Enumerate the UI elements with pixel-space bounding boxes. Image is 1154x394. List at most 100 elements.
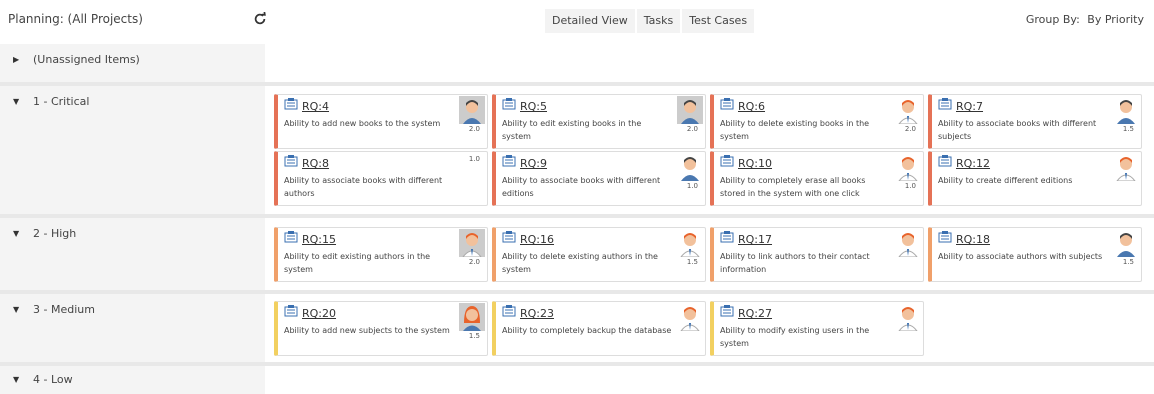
requirement-id-link[interactable]: RQ:7 [956,100,983,113]
requirement-card[interactable]: RQ:12 Ability to create different editio… [928,151,1142,206]
tab-test-cases[interactable]: Test Cases [682,9,755,33]
view-tabs: Detailed View Tasks Test Cases [545,9,756,34]
requirement-card[interactable]: RQ:18 Ability to associate authors with … [928,227,1142,282]
requirement-description: Ability to create different editions [938,176,1073,185]
requirement-description: Ability to modify existing users in the … [720,326,870,348]
estimate-value: 2.0 [468,125,480,133]
row-toggle-low[interactable]: ▼ 4 - Low [13,373,73,386]
estimate-value: 1.0 [468,155,480,163]
planning-toolbar: Planning: (All Projects) Detailed View T… [0,0,1154,44]
requirement-id-link[interactable]: RQ:12 [956,157,990,170]
requirement-id-link[interactable]: RQ:27 [738,307,772,320]
male-dark-hair-avatar-icon [1113,96,1139,124]
requirement-card[interactable]: RQ:8 Ability to associate books with dif… [274,151,488,206]
requirement-id-link[interactable]: RQ:5 [520,100,547,113]
requirement-id-link[interactable]: RQ:10 [738,157,772,170]
requirement-icon [502,155,516,167]
requirement-card[interactable]: RQ:4 Ability to add new books to the sys… [274,94,488,149]
requirement-card[interactable]: RQ:16 Ability to delete existing authors… [492,227,706,282]
requirement-description: Ability to delete existing authors in th… [502,252,658,274]
requirement-id-link[interactable]: RQ:4 [302,100,329,113]
male-red-hair-avatar-icon [677,303,703,331]
tab-tasks[interactable]: Tasks [636,9,681,33]
requirement-card[interactable]: RQ:15 Ability to edit existing authors i… [274,227,488,282]
planning-title[interactable]: Planning: (All Projects) [8,12,143,26]
requirement-icon [720,98,734,110]
row-toggle-unassigned[interactable]: ▶ (Unassigned Items) [13,53,140,66]
requirement-id-link[interactable]: RQ:18 [956,233,990,246]
requirement-icon [502,231,516,243]
requirement-icon [938,231,952,243]
estimate-value: 1.0 [904,182,916,190]
caret-right-icon: ▶ [13,55,20,64]
requirement-description: Ability to associate books with differen… [938,119,1097,141]
male-dark-hair-avatar-icon [677,153,703,181]
group-by-label: Group By: [1025,13,1080,26]
requirement-id-link[interactable]: RQ:23 [520,307,554,320]
female-red-hair-avatar-icon [459,303,485,331]
requirement-id-link[interactable]: RQ:15 [302,233,336,246]
male-red-hair-avatar-icon [895,229,921,257]
estimate-value: 1.5 [686,258,698,266]
requirement-id-link[interactable]: RQ:16 [520,233,554,246]
male-dark-hair-avatar-icon [1113,229,1139,257]
row-label: 2 - High [33,227,77,240]
requirement-description: Ability to link authors to their contact… [720,252,870,274]
requirement-card[interactable]: RQ:20 Ability to add new subjects to the… [274,301,488,356]
requirement-card[interactable]: RQ:9 Ability to associate books with dif… [492,151,706,206]
row-toggle-critical[interactable]: ▼ 1 - Critical [13,95,89,108]
caret-down-icon: ▼ [13,97,20,106]
group-by: Group By: By Priority [1026,13,1144,26]
requirement-card[interactable]: RQ:6 Ability to delete existing books in… [710,94,924,149]
male-red-hair-avatar-icon [895,153,921,181]
requirement-card[interactable]: RQ:7 Ability to associate books with dif… [928,94,1142,149]
row-label: 3 - Medium [33,303,95,316]
requirement-icon [284,305,298,317]
requirement-description: Ability to add new subjects to the syste… [284,326,450,335]
requirement-description: Ability to completely erase all books st… [720,176,866,198]
estimate-value: 2.0 [904,125,916,133]
male-dark-hair-avatar-icon [459,96,485,124]
row-label: 4 - Low [33,373,73,386]
estimate-value: 1.5 [1122,258,1134,266]
estimate-value: 1.5 [468,332,480,340]
requirement-card[interactable]: RQ:27 Ability to modify existing users i… [710,301,924,356]
requirement-description: Ability to edit existing authors in the … [284,252,431,274]
requirement-card[interactable]: RQ:17 Ability to link authors to their c… [710,227,924,282]
estimate-value: 1.5 [1122,125,1134,133]
requirement-icon [938,98,952,110]
male-red-hair-avatar-icon [895,96,921,124]
requirement-id-link[interactable]: RQ:6 [738,100,765,113]
requirement-description: Ability to associate authors with subjec… [938,252,1103,261]
row-toggle-medium[interactable]: ▼ 3 - Medium [13,303,95,316]
estimate-value: 2.0 [468,258,480,266]
requirement-description: Ability to associate books with differen… [502,176,661,198]
refresh-icon[interactable] [253,12,267,26]
tab-detailed-view[interactable]: Detailed View [545,9,635,33]
caret-down-icon: ▼ [13,375,20,384]
estimate-value: 2.0 [686,125,698,133]
male-red-hair-avatar-icon [895,303,921,331]
requirement-card[interactable]: RQ:5 Ability to edit existing books in t… [492,94,706,149]
requirement-id-link[interactable]: RQ:9 [520,157,547,170]
requirement-id-link[interactable]: RQ:8 [302,157,329,170]
requirement-icon [502,98,516,110]
requirement-description: Ability to completely backup the databas… [502,326,672,335]
requirement-description: Ability to add new books to the system [284,119,441,128]
requirement-icon [284,98,298,110]
requirement-icon [720,231,734,243]
requirement-description: Ability to associate books with differen… [284,176,443,198]
requirement-icon [502,305,516,317]
requirement-card[interactable]: RQ:23 Ability to completely backup the d… [492,301,706,356]
caret-down-icon: ▼ [13,229,20,238]
requirement-icon [938,155,952,167]
row-label: (Unassigned Items) [33,53,140,66]
requirement-id-link[interactable]: RQ:20 [302,307,336,320]
caret-down-icon: ▼ [13,305,20,314]
row-toggle-high[interactable]: ▼ 2 - High [13,227,76,240]
requirement-icon [284,155,298,167]
group-by-dropdown[interactable]: By Priority [1087,13,1144,26]
requirement-id-link[interactable]: RQ:17 [738,233,772,246]
requirement-card[interactable]: RQ:10 Ability to completely erase all bo… [710,151,924,206]
male-red-hair-avatar-icon [677,229,703,257]
